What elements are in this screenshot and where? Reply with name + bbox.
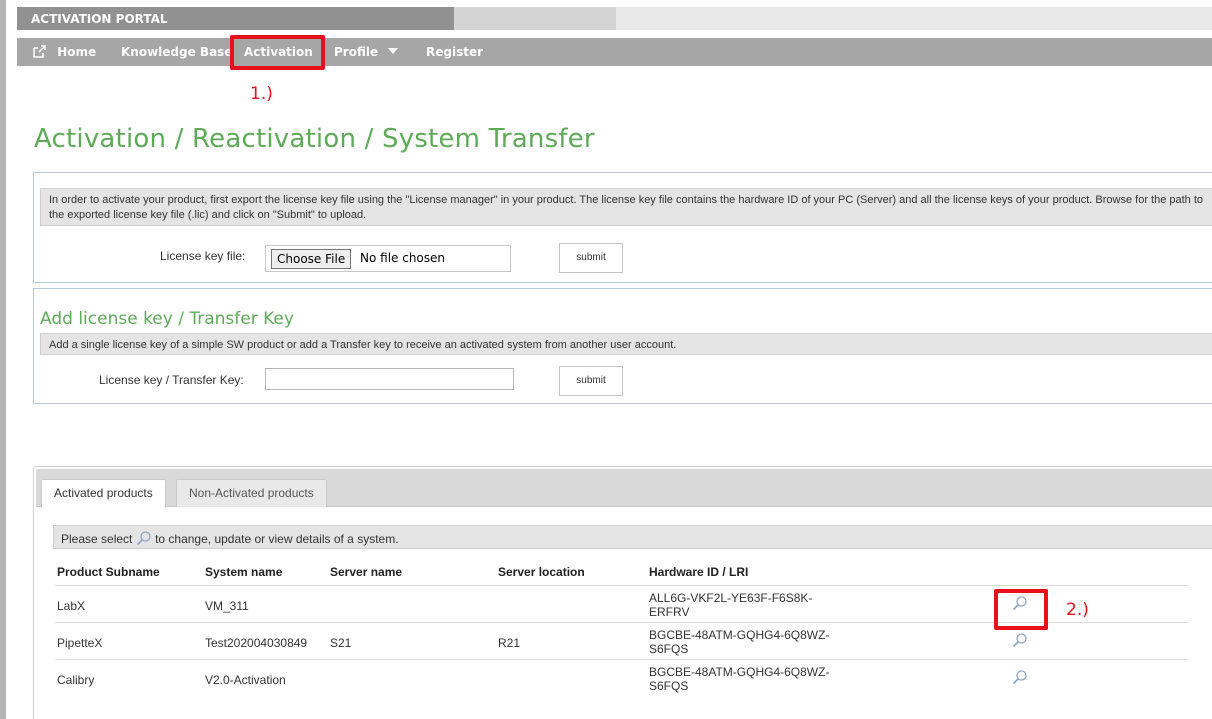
nav-home[interactable]: Home xyxy=(33,45,96,59)
tab-strip: Activated products Non-Activated product… xyxy=(36,469,1212,508)
add-key-title: Add license key / Transfer Key xyxy=(40,309,294,329)
nav-profile[interactable]: Profile xyxy=(334,45,399,59)
brand-block: ACTIVATION PORTAL xyxy=(17,7,454,30)
add-key-label: License key / Transfer Key: xyxy=(99,373,244,387)
license-file-label: License key file: xyxy=(160,249,246,263)
license-file-submit-button[interactable]: submit xyxy=(559,243,623,273)
cell-subname: PipetteX xyxy=(57,636,103,650)
header-bar: ACTIVATION PORTAL xyxy=(17,7,1212,30)
cell-server-name: S21 xyxy=(330,636,352,650)
external-link-icon xyxy=(33,45,46,58)
caret-down-icon xyxy=(388,48,399,54)
cell-system-name: VM_311 xyxy=(205,599,249,613)
left-border xyxy=(0,0,6,719)
nav-knowledge-base[interactable]: Knowledge Base xyxy=(121,45,232,59)
highlight-activation xyxy=(230,35,325,70)
select-hint: Please select to change, update or view … xyxy=(53,525,1212,549)
license-key-input[interactable] xyxy=(265,368,514,390)
tab-non-activated-products[interactable]: Non-Activated products xyxy=(176,479,327,507)
table-row: Calibry V2.0-Activation BGCBE-48ATM-GQHG… xyxy=(55,659,1188,696)
license-file-instructions: In order to activate your product, first… xyxy=(40,188,1212,226)
magnifier-icon[interactable] xyxy=(1012,669,1028,685)
hint-text-before: Please select xyxy=(61,532,133,546)
choose-file-button[interactable]: Choose File xyxy=(271,249,352,269)
cell-subname: Calibry xyxy=(57,673,95,687)
col-system-name: System name xyxy=(205,565,283,579)
nav-profile-label: Profile xyxy=(334,45,379,59)
magnifier-icon[interactable] xyxy=(1012,632,1028,648)
nav-register[interactable]: Register xyxy=(426,45,483,59)
cell-hardware-id: BGCBE-48ATM-GQHG4-6Q8WZ-S6FQS xyxy=(649,665,830,693)
cell-hardware-id: BGCBE-48ATM-GQHG4-6Q8WZ-S6FQS xyxy=(649,628,830,656)
main-nav: Home Knowledge Base Activation Profile R… xyxy=(17,38,1212,66)
tab-activated-products[interactable]: Activated products xyxy=(41,479,166,508)
col-hardware-id: Hardware ID / LRI xyxy=(649,565,749,579)
add-key-instructions: Add a single license key of a simple SW … xyxy=(40,333,1212,355)
add-key-panel: Add license key / Transfer Key Add a sin… xyxy=(33,288,1212,404)
step-1-label: 1.) xyxy=(250,84,273,104)
step-2-label: 2.) xyxy=(1066,600,1089,620)
col-product-subname: Product Subname xyxy=(57,565,160,579)
hint-text-after: to change, update or view details of a s… xyxy=(155,532,399,546)
cell-hardware-id: ALL6G-VKF2L-YE63F-F6S8K-ERFRV xyxy=(649,591,813,619)
license-file-input[interactable]: Choose File No file chosen xyxy=(265,245,511,272)
cell-system-name: V2.0-Activation xyxy=(205,673,286,687)
cell-system-name: Test202004030849 xyxy=(205,636,308,650)
highlight-details-icon xyxy=(994,589,1048,630)
nav-home-label: Home xyxy=(57,45,97,59)
page-title: Activation / Reactivation / System Trans… xyxy=(34,124,595,154)
file-status: No file chosen xyxy=(360,251,446,265)
license-file-panel: In order to activate your product, first… xyxy=(33,172,1212,283)
cell-subname: LabX xyxy=(57,599,86,613)
header-spacer xyxy=(454,7,616,30)
add-key-submit-button[interactable]: submit xyxy=(559,366,623,396)
col-server-name: Server name xyxy=(330,565,403,579)
cell-server-location: R21 xyxy=(498,636,521,650)
col-server-location: Server location xyxy=(498,565,585,579)
magnifier-icon xyxy=(136,531,151,546)
portal-brand: ACTIVATION PORTAL xyxy=(31,12,168,26)
